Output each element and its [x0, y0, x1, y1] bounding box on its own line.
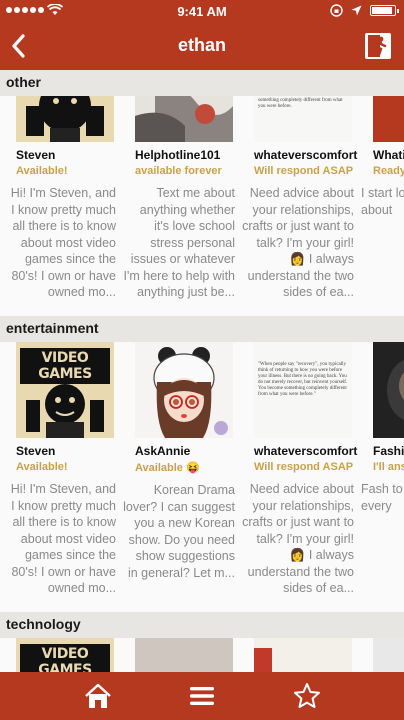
orientation-lock-icon	[330, 4, 343, 17]
menu-icon[interactable]	[187, 681, 217, 711]
helper-thumbnail	[254, 638, 352, 672]
helper-thumbnail	[16, 96, 114, 142]
helper-status: Available 😝	[135, 462, 200, 474]
star-icon[interactable]	[292, 681, 322, 711]
helper-card[interactable]: Steven Available! Hi! I'm Steven, and I …	[4, 96, 116, 301]
page-title: ethan	[177, 35, 226, 55]
status-bar: 9:41 AM	[0, 0, 404, 22]
helper-thumbnail	[373, 96, 404, 142]
helper-card[interactable]: Fashio I'll ans Fash to ta style, he eve…	[361, 342, 404, 514]
helper-name: Steven	[16, 444, 56, 458]
thumbnail-title: VIDEO GAMES	[20, 644, 110, 672]
helper-description: Text me about anything whether it's love…	[123, 186, 235, 299]
helper-row[interactable]: Steven Available! Hi! I'm Steven, and I …	[0, 96, 404, 316]
helper-status: Available!	[16, 461, 68, 473]
helper-row[interactable]: VIDEO GAMES	[0, 638, 404, 672]
helper-description: Hi! I'm Steven, and I know pretty much a…	[10, 186, 116, 299]
section-title: other	[0, 70, 404, 96]
helper-description: I start love m deep about	[361, 186, 404, 217]
helper-thumbnail	[135, 96, 233, 142]
section-other: other Steven Available! Hi! I'm Steven, …	[0, 70, 404, 316]
helper-name: Whatis	[373, 148, 404, 162]
helper-description: Korean Drama lover? I can suggest you a …	[123, 483, 235, 580]
helper-description: Hi! I'm Steven, and I know pretty much a…	[10, 482, 116, 595]
helper-row[interactable]: VIDEO GAMES Steven Available! Hi! I'm St…	[0, 342, 404, 612]
helper-status: available forever	[135, 165, 222, 177]
helper-description: Need advice about your relationships, cr…	[242, 482, 354, 595]
helper-card[interactable]	[361, 638, 404, 672]
helper-thumbnail	[373, 342, 404, 438]
helper-card[interactable]	[242, 638, 352, 672]
category-list[interactable]: other Steven Available! Hi! I'm Steven, …	[0, 70, 404, 672]
helper-status: Will respond ASAP	[254, 165, 354, 177]
helper-name: Fashio	[373, 444, 404, 458]
helper-name: Helphotline101	[135, 148, 221, 162]
helper-status: Will respond ASAP	[254, 461, 354, 473]
thumbnail-quote: but reinvent yourself. You become someth…	[258, 96, 343, 109]
helper-card[interactable]: VIDEO GAMES	[4, 638, 114, 672]
section-title: entertainment	[0, 316, 404, 342]
exit-icon[interactable]	[364, 32, 392, 60]
helper-thumbnail: but reinvent yourself. You become someth…	[254, 96, 352, 142]
helper-card[interactable]: "When people say "recovery", you typical…	[242, 342, 358, 597]
helper-status: Available!	[16, 165, 68, 177]
status-right	[330, 4, 399, 17]
helper-thumbnail	[135, 342, 233, 438]
helper-thumbnail: VIDEO GAMES	[16, 342, 114, 438]
helper-card[interactable]: VIDEO GAMES Steven Available! Hi! I'm St…	[4, 342, 116, 597]
helper-name: whateverscomfort	[254, 444, 358, 458]
helper-status: I'll ans	[373, 461, 404, 473]
helper-name: Steven	[16, 148, 56, 162]
helper-thumbnail: "When people say "recovery", you typical…	[254, 342, 352, 438]
section-entertainment: entertainment VIDEO GAMES Steven Availab…	[0, 316, 404, 612]
helper-card[interactable]: but reinvent yourself. You become someth…	[242, 96, 358, 301]
helper-name: AskAnnie	[135, 444, 191, 458]
helper-thumbnail	[373, 638, 404, 672]
helper-description: Fash to ta style, he every	[361, 482, 404, 513]
section-title: technology	[0, 612, 404, 638]
helper-card[interactable]	[123, 638, 233, 672]
helper-card[interactable]: Helphotline101 available forever Text me…	[123, 96, 235, 301]
section-technology: technology VIDEO GAMES	[0, 612, 404, 672]
helper-card[interactable]: AskAnnie Available 😝 Korean Drama lover?…	[123, 342, 235, 581]
helper-description: Need advice about your relationships, cr…	[242, 186, 354, 299]
tab-bar	[0, 672, 404, 720]
helper-thumbnail	[135, 638, 233, 672]
thumbnail-quote: "When people say "recovery", you typical…	[258, 362, 348, 397]
helper-thumbnail: VIDEO GAMES	[16, 638, 114, 672]
nav-bar: ethan	[0, 22, 404, 70]
location-icon	[351, 5, 362, 16]
battery-icon	[370, 5, 399, 16]
home-icon[interactable]	[83, 681, 113, 711]
helper-status: Ready	[373, 165, 404, 177]
helper-name: whateverscomfort	[254, 148, 358, 162]
helper-card[interactable]: Whatis Ready I start love m deep about	[361, 96, 404, 218]
